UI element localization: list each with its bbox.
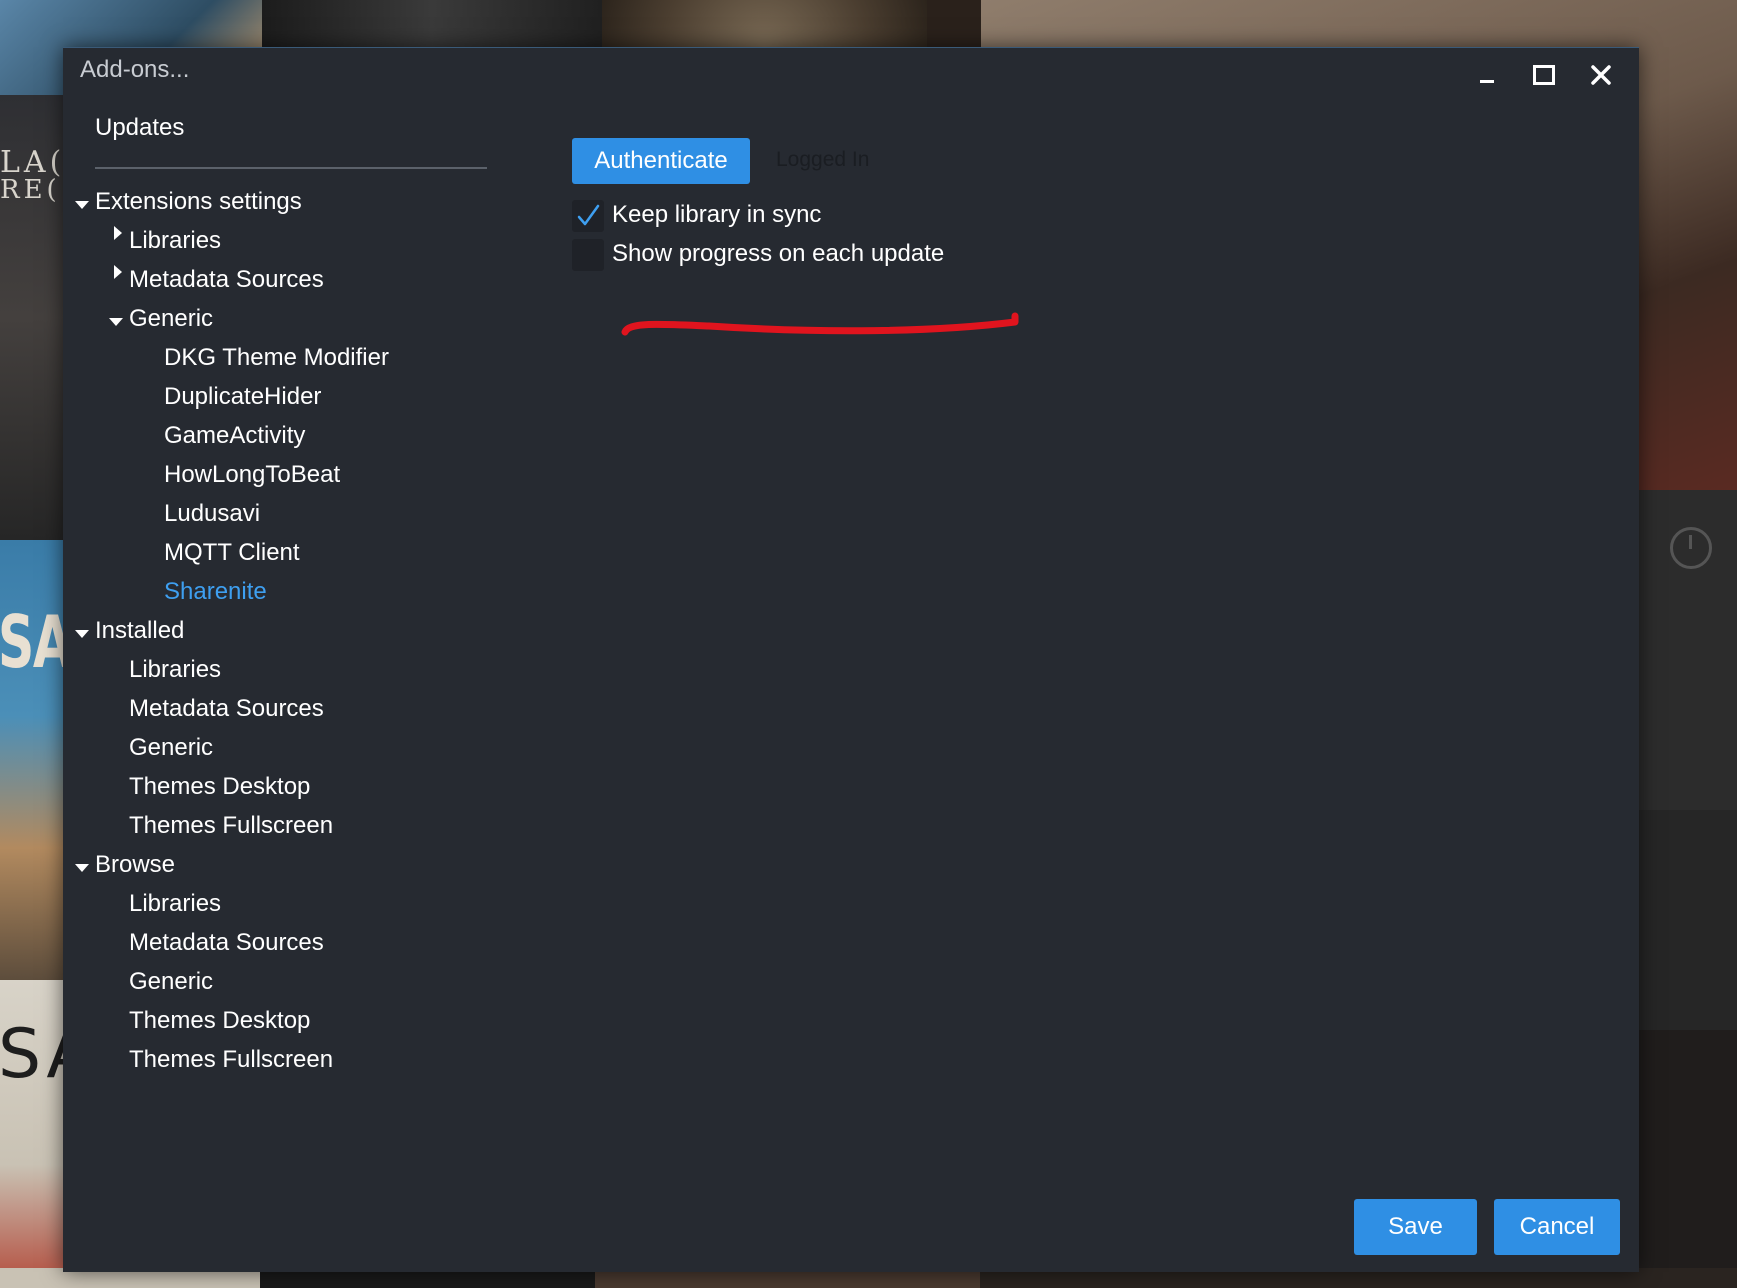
tree-item-browse-libraries[interactable]: Libraries <box>129 889 221 919</box>
chevron-right-icon[interactable] <box>114 226 122 240</box>
addons-dialog: Add-ons... Updates Extensions settings L… <box>63 47 1639 1272</box>
chevron-down-icon[interactable] <box>75 864 89 872</box>
tree-item-libraries[interactable]: Libraries <box>129 226 221 256</box>
background-art-tile <box>927 0 981 48</box>
tree-item-gameactivity[interactable]: GameActivity <box>164 421 305 451</box>
tree-item-installed[interactable]: Installed <box>95 616 184 646</box>
tree-item-browse-themes-desktop[interactable]: Themes Desktop <box>129 1006 310 1036</box>
tree-item-mqtt-client[interactable]: MQTT Client <box>164 538 300 568</box>
sidebar-item-updates[interactable]: Updates <box>95 114 184 142</box>
tree-item-installed-themes-desktop[interactable]: Themes Desktop <box>129 772 310 802</box>
keep-library-in-sync-checkbox[interactable] <box>572 200 604 232</box>
authenticate-button[interactable]: Authenticate <box>572 138 750 184</box>
tree-item-generic[interactable]: Generic <box>129 304 213 334</box>
checkmark-icon <box>577 204 600 226</box>
tree-item-installed-generic[interactable]: Generic <box>129 733 213 763</box>
tree-item-extensions-settings[interactable]: Extensions settings <box>95 187 302 217</box>
tree-item-dkg-theme-modifier[interactable]: DKG Theme Modifier <box>164 343 389 373</box>
tree-item-installed-themes-fullscreen[interactable]: Themes Fullscreen <box>129 811 333 841</box>
tree-item-metadata-sources[interactable]: Metadata Sources <box>129 265 324 295</box>
keep-library-in-sync-label[interactable]: Keep library in sync <box>612 201 821 229</box>
tree-item-installed-libraries[interactable]: Libraries <box>129 655 221 685</box>
sidebar-divider <box>95 167 487 169</box>
tree-item-browse-themes-fullscreen[interactable]: Themes Fullscreen <box>129 1045 333 1075</box>
background-panel <box>1638 1030 1737 1288</box>
show-progress-label[interactable]: Show progress on each update <box>612 240 944 268</box>
login-status: Logged In <box>776 148 870 171</box>
close-button[interactable] <box>1581 56 1621 96</box>
chevron-down-icon[interactable] <box>75 630 89 638</box>
tree-item-browse-generic[interactable]: Generic <box>129 967 213 997</box>
chevron-down-icon[interactable] <box>75 201 89 209</box>
tree-item-howlongtobeat[interactable]: HowLongToBeat <box>164 460 340 490</box>
background-art-lettering: RE( <box>0 175 61 205</box>
maximize-button[interactable] <box>1524 56 1564 96</box>
maximize-icon <box>1533 65 1555 85</box>
save-button[interactable]: Save <box>1354 1199 1477 1255</box>
cancel-button[interactable]: Cancel <box>1494 1199 1620 1255</box>
tree-item-sharenite[interactable]: Sharenite <box>164 577 267 607</box>
minimize-icon <box>1480 80 1494 83</box>
window-title: Add-ons... <box>80 56 190 83</box>
minimize-button[interactable] <box>1467 56 1507 96</box>
tree-item-installed-metadata-sources[interactable]: Metadata Sources <box>129 694 324 724</box>
tree-item-ludusavi[interactable]: Ludusavi <box>164 499 260 529</box>
background-art-tile <box>262 0 602 48</box>
background-art-tile <box>602 0 927 48</box>
tree-item-browse[interactable]: Browse <box>95 850 175 880</box>
background-panel <box>1638 810 1737 1030</box>
close-icon <box>1591 65 1611 85</box>
show-progress-checkbox[interactable] <box>572 239 604 271</box>
red-underline-annotation <box>621 312 1019 336</box>
chevron-down-icon[interactable] <box>109 318 123 326</box>
tree-item-duplicatehider[interactable]: DuplicateHider <box>164 382 321 412</box>
clock-icon <box>1670 527 1712 569</box>
chevron-right-icon[interactable] <box>114 265 122 279</box>
tree-item-browse-metadata-sources[interactable]: Metadata Sources <box>129 928 324 958</box>
